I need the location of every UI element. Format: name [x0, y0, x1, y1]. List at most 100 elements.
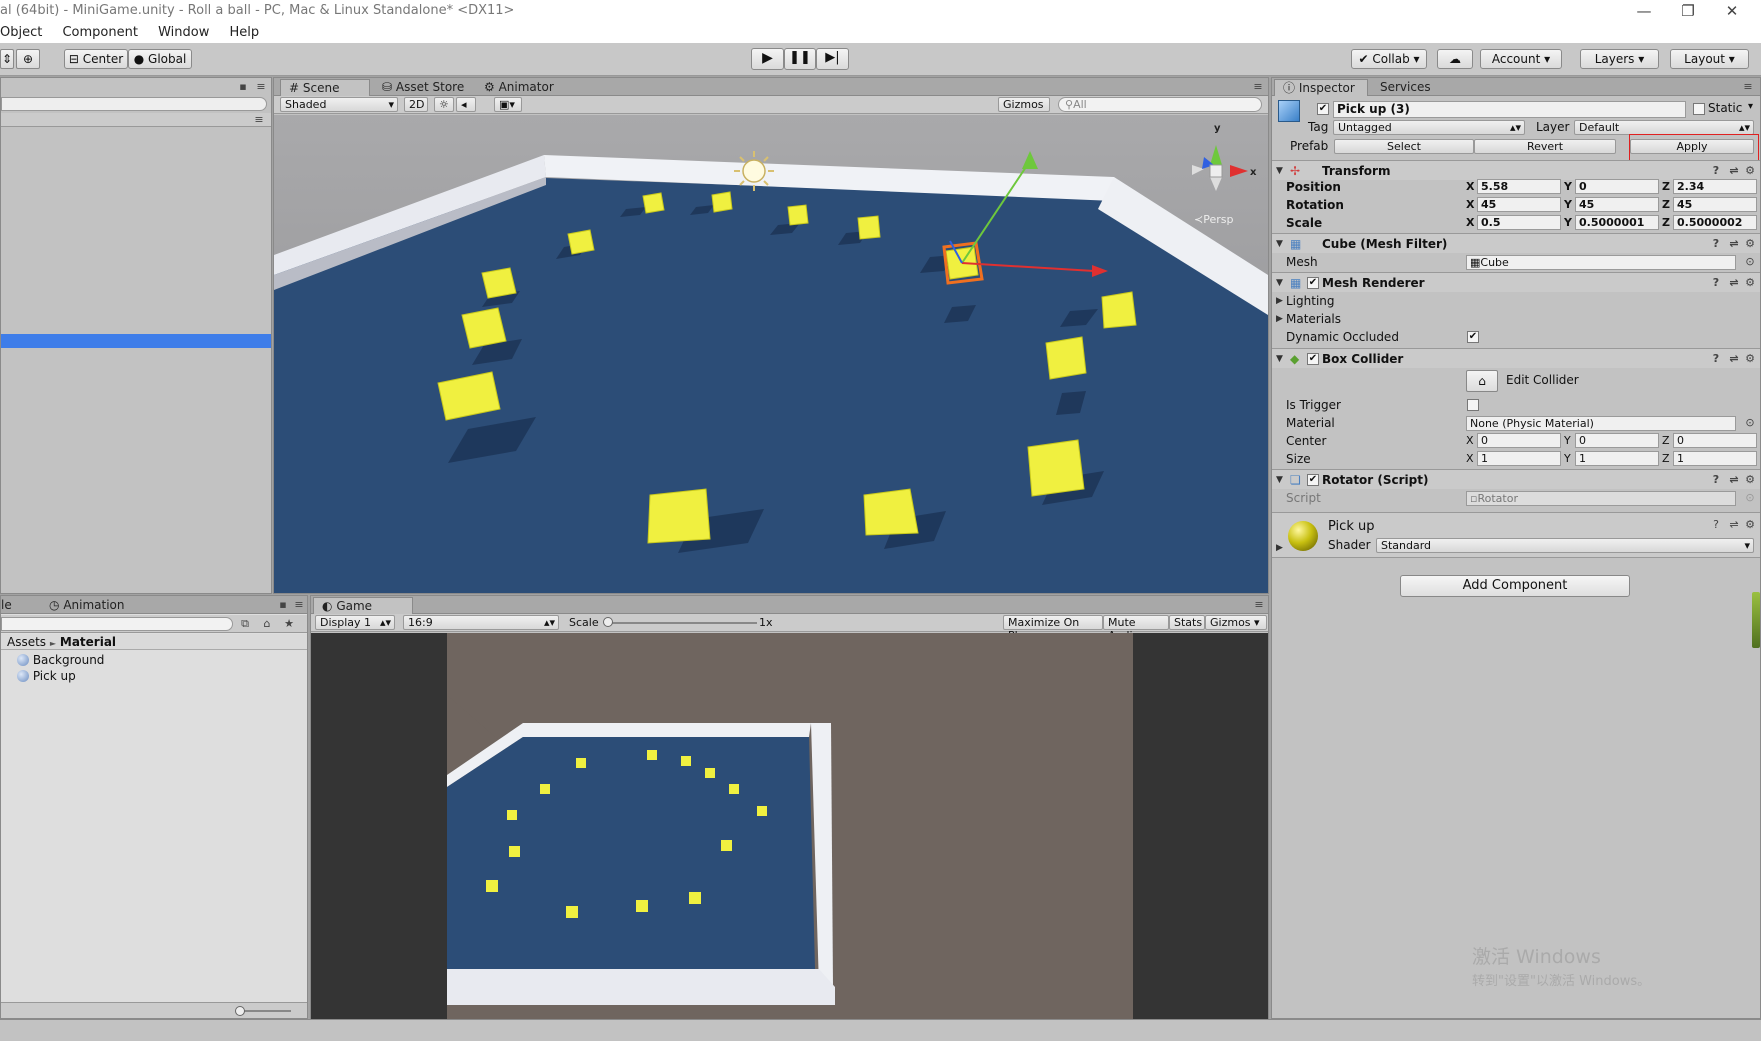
mesh-field[interactable]: ▦Cube	[1466, 255, 1736, 270]
scale-slider-handle[interactable]	[603, 617, 613, 627]
tab-animation[interactable]: ◷ Animation	[41, 597, 133, 614]
active-checkbox[interactable]: ✔	[1317, 103, 1329, 115]
game-viewport[interactable]	[311, 633, 1268, 1019]
space-global-button[interactable]: ● Global	[128, 49, 192, 69]
breadcrumb-material[interactable]: Material	[60, 635, 116, 649]
2d-toggle[interactable]: 2D	[404, 97, 428, 112]
gear-icon[interactable]: ⚙	[1744, 519, 1756, 531]
lock-icon[interactable]: ▪	[277, 599, 289, 611]
rotation-axis-y-label[interactable]: Y	[1564, 197, 1572, 212]
scale-slider-track[interactable]	[607, 622, 757, 624]
physic-material-field[interactable]: None (Physic Material)	[1466, 416, 1736, 431]
scene-gizmos-dropdown[interactable]: Gizmos ▾	[998, 97, 1050, 124]
scale-axis-z-label[interactable]: Z	[1662, 215, 1670, 230]
scene-search-input[interactable]: ⚲All	[1058, 97, 1262, 112]
foldout-arrow-icon[interactable]: ▶	[1276, 543, 1283, 553]
layers-dropdown[interactable]: Layers ▾	[1580, 49, 1659, 69]
display-dropdown[interactable]: Display 1 ▴▾	[315, 615, 395, 630]
pickup-cube[interactable]	[461, 307, 507, 349]
scale-axis-y-label[interactable]: Y	[1564, 215, 1572, 230]
game-menu-icon[interactable]: ≡	[1253, 599, 1265, 611]
object-picker-icon[interactable]: ⊙	[1744, 256, 1756, 268]
gear-icon[interactable]: ⚙	[1744, 353, 1756, 365]
rotator-header[interactable]: ▼ ❏ ✔ Rotator (Script) ? ⇌ ⚙	[1272, 469, 1760, 489]
play-button[interactable]: ▶	[751, 48, 784, 70]
pickup-cube[interactable]	[711, 191, 733, 213]
size-axis-z-label[interactable]: Z	[1662, 451, 1670, 466]
presets-icon[interactable]: ⇌	[1728, 353, 1740, 365]
stats-toggle[interactable]: Stats	[1169, 615, 1205, 630]
pickup-cube[interactable]	[1045, 336, 1087, 380]
layout-dropdown[interactable]: Layout ▾	[1670, 49, 1749, 69]
pickup-cube[interactable]	[642, 192, 665, 214]
scale-tool-icon[interactable]: ⇕	[0, 49, 14, 69]
pickup-cube[interactable]	[787, 204, 809, 226]
presets-icon[interactable]: ⇌	[1728, 519, 1740, 531]
help-icon[interactable]: ?	[1710, 238, 1722, 250]
filter-type-icon[interactable]: ⧉	[239, 618, 251, 630]
cloud-button[interactable]: ☁	[1437, 49, 1473, 69]
orientation-gizmo[interactable]	[1192, 145, 1248, 191]
layer-dropdown[interactable]: Default ▴▾	[1574, 120, 1754, 135]
static-dropdown-icon[interactable]: ▾	[1748, 101, 1753, 112]
object-picker-icon[interactable]: ⊙	[1744, 417, 1756, 429]
tab-inspector[interactable]: ⓘ Inspector	[1274, 79, 1368, 96]
aspect-dropdown[interactable]: 16:9 ▴▾	[403, 615, 559, 630]
rotation-y-field[interactable]: 45	[1575, 197, 1659, 212]
pause-button[interactable]: ❚❚	[784, 48, 816, 70]
hierarchy-search-input[interactable]	[1, 97, 267, 111]
pickup-cube[interactable]	[1101, 291, 1137, 329]
help-icon[interactable]: ?	[1710, 474, 1722, 486]
center-y-field[interactable]: 0	[1575, 433, 1659, 448]
game-gizmos-dropdown[interactable]: Gizmos ▾	[1205, 615, 1267, 630]
help-icon[interactable]: ?	[1710, 277, 1722, 289]
pickup-cube[interactable]	[647, 488, 711, 544]
foldout-arrow-icon[interactable]: ▼	[1276, 349, 1283, 369]
icon-size-slider-handle[interactable]	[235, 1006, 245, 1016]
center-x-field[interactable]: 0	[1477, 433, 1561, 448]
position-axis-z-label[interactable]: Z	[1662, 179, 1670, 194]
is-trigger-checkbox[interactable]	[1467, 399, 1479, 411]
close-button[interactable]: ✕	[1712, 0, 1752, 22]
rotator-enabled-checkbox[interactable]: ✔	[1307, 474, 1319, 486]
tab-game[interactable]: ◐ Game	[313, 597, 413, 614]
object-name-input[interactable]: Pick up (3)	[1333, 101, 1686, 118]
lighting-toggle[interactable]: ☼	[434, 97, 454, 112]
menu-gameobject[interactable]: Object	[0, 25, 42, 40]
tab-animator[interactable]: ⚙ Animator	[476, 79, 562, 96]
scale-x-field[interactable]: 0.5	[1477, 215, 1561, 230]
persp-label[interactable]: ≺Persp	[1194, 213, 1233, 226]
size-z-field[interactable]: 1	[1673, 451, 1757, 466]
tab-scene[interactable]: # Scene	[280, 79, 370, 96]
center-z-field[interactable]: 0	[1673, 433, 1757, 448]
shading-dropdown[interactable]: Shaded ▾	[280, 97, 398, 112]
presets-icon[interactable]: ⇌	[1728, 474, 1740, 486]
favorite-icon[interactable]: ★	[283, 618, 295, 630]
mesh-filter-header[interactable]: ▼ ▦ Cube (Mesh Filter) ? ⇌ ⚙	[1272, 233, 1760, 253]
help-icon[interactable]: ?	[1710, 165, 1722, 177]
foldout-arrow-icon[interactable]: ▼	[1276, 470, 1283, 490]
foldout-arrow-icon[interactable]: ▼	[1276, 273, 1283, 293]
tab-console[interactable]: le	[1, 597, 20, 614]
menu-component[interactable]: Component	[62, 25, 137, 40]
restore-button[interactable]: ❐	[1668, 0, 1708, 22]
materials-row[interactable]: ▶ Materials	[1272, 310, 1760, 328]
center-axis-x-label[interactable]: X	[1466, 433, 1474, 448]
collab-dropdown[interactable]: ✔ Collab ▾	[1351, 49, 1427, 69]
lighting-row[interactable]: ▶ Lighting	[1272, 292, 1760, 310]
static-checkbox[interactable]	[1693, 103, 1705, 115]
add-component-button[interactable]: Add Component	[1400, 575, 1630, 597]
project-search-input[interactable]	[1, 617, 233, 631]
mute-audio-toggle[interactable]: Mute Audio	[1103, 615, 1169, 642]
size-x-field[interactable]: 1	[1477, 451, 1561, 466]
maximize-on-play-toggle[interactable]: Maximize On Play	[1003, 615, 1103, 642]
mesh-renderer-header[interactable]: ▼ ▦ ✔ Mesh Renderer ? ⇌ ⚙	[1272, 272, 1760, 292]
pickup-cube[interactable]	[567, 229, 595, 255]
directional-light-icon[interactable]	[742, 159, 766, 183]
rotation-z-field[interactable]: 45	[1673, 197, 1757, 212]
pickup-cube[interactable]	[857, 215, 881, 240]
size-axis-y-label[interactable]: Y	[1564, 451, 1571, 466]
gear-icon[interactable]: ⚙	[1744, 238, 1756, 250]
scene-menu-icon[interactable]: ≡	[253, 114, 265, 126]
prefab-revert-button[interactable]: Revert	[1474, 139, 1616, 154]
